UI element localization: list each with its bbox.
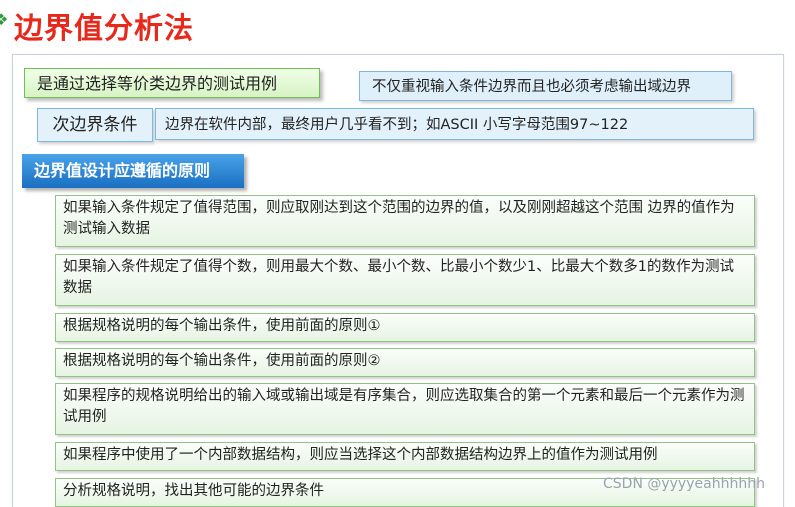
page-title: 边界值分析法 [14,11,195,45]
leaf-bullet-icon: ❖ [0,10,9,29]
principle-item: 如果输入条件规定了值得范围，则应取刚达到这个范围的边界的值，以及刚刚超越这个范围… [55,195,755,247]
sub-boundary-description: 边界在软件内部，最终用户几乎看不到；如ASCII 小写字母范围97~122 [155,108,754,140]
sub-boundary-label: 次边界条件 [37,108,153,142]
note-box: 不仅重视输入条件边界而且也必须考虑输出域边界 [359,71,732,101]
principle-item: 如果程序的规格说明给出的输入域或输出域是有序集合，则应选取集合的第一个元素和最后… [55,383,755,435]
watermark: CSDN @yyyyeahhhhhh [603,476,765,492]
principle-item: 如果输入条件规定了值得个数，则用最大个数、最小个数、比最小个数少1、比最大个数多… [55,254,755,306]
principle-item: 根据规格说明的每个输出条件，使用前面的原则① [55,313,755,342]
definition-box: 是通过选择等价类边界的测试用例 [24,68,320,98]
principle-item: 如果程序中使用了一个内部数据结构，则应当选择这个内部数据结构边界上的值作为测试用… [55,442,755,471]
principle-item: 根据规格说明的每个输出条件，使用前面的原则② [55,348,755,377]
principles-header: 边界值设计应遵循的原则 [22,154,244,188]
